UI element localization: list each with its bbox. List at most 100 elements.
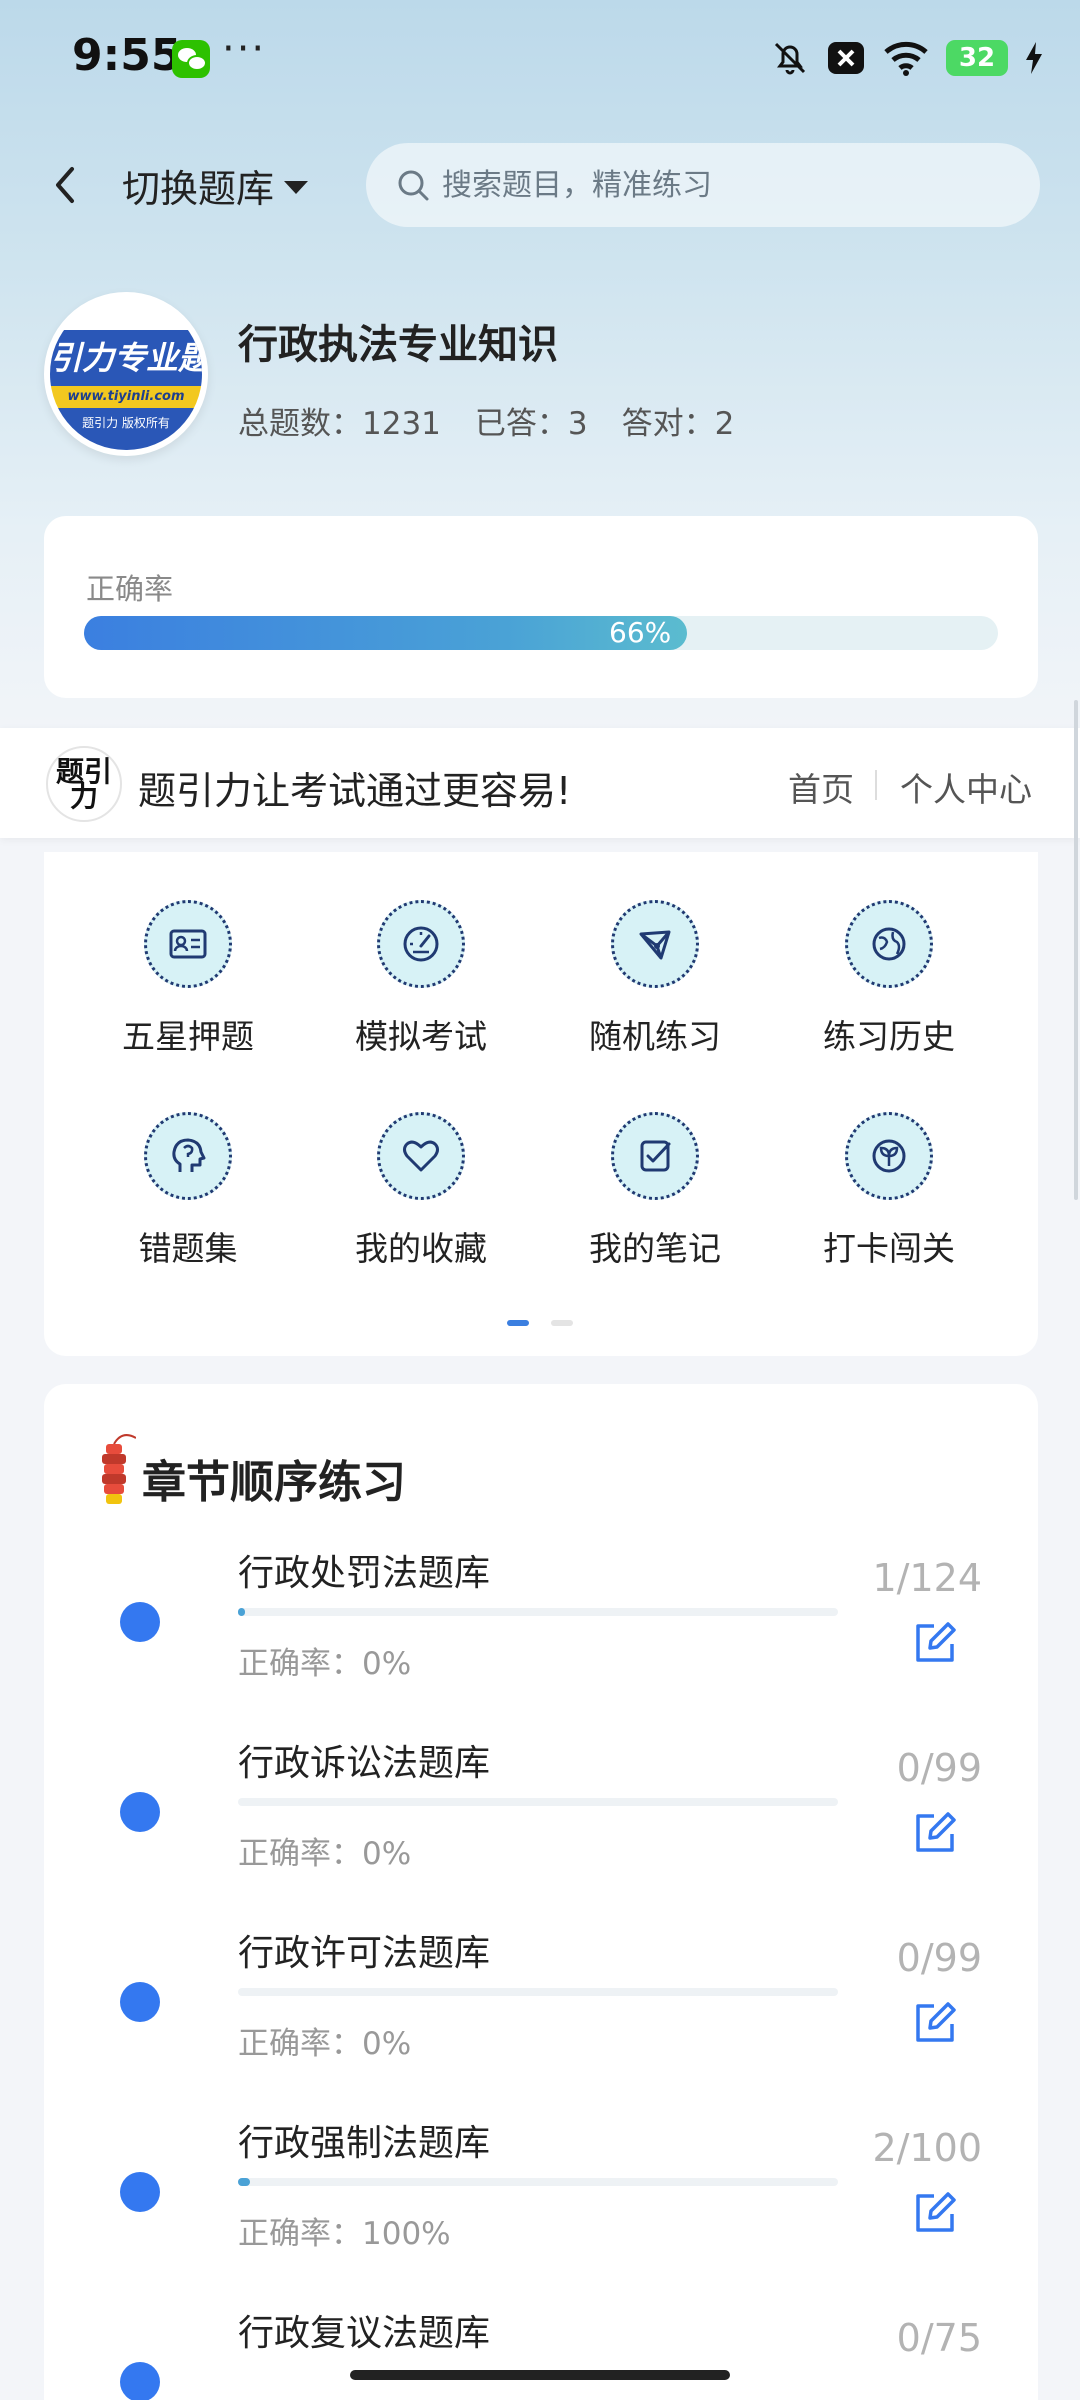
- chapter-accuracy: 正确率：0%: [238, 2026, 412, 2062]
- chapter-name: 行政许可法题库: [238, 1933, 491, 1974]
- grid-item-favorites[interactable]: 我的收藏: [321, 1112, 521, 1270]
- grid-item-label: 随机练习: [589, 1017, 721, 1056]
- grid-item-label: 模拟考试: [355, 1017, 487, 1056]
- chapter-accuracy: 正确率：100%: [238, 2216, 451, 2252]
- search-box[interactable]: [366, 143, 1040, 227]
- bank-title: 行政执法专业知识: [238, 322, 558, 368]
- bank-logo-url: www.tiyinli.com: [50, 386, 202, 408]
- home-indicator[interactable]: [350, 2370, 730, 2380]
- answered-count: 已答：3: [474, 406, 588, 442]
- chapter-row[interactable]: 行政处罚法题库 正确率：0% 1/124: [44, 1544, 1038, 1734]
- accuracy-progress-track: 66%: [84, 616, 998, 650]
- firecracker-icon: [102, 1434, 136, 1504]
- chapter-name: 行政处罚法题库: [238, 1553, 491, 1594]
- grid-item-label: 五星押题: [122, 1017, 254, 1056]
- wifi-icon: [884, 41, 928, 76]
- scrollbar[interactable]: [1074, 700, 1078, 1200]
- chapter-progress-track: [238, 2178, 838, 2186]
- chapter-title: 章节顺序练习: [142, 1457, 406, 1508]
- page-indicator: [507, 1320, 573, 1326]
- edit-icon[interactable]: [912, 2000, 958, 2046]
- status-icons: 32: [770, 36, 1044, 80]
- grid-item-random-practice[interactable]: 随机练习: [555, 900, 755, 1058]
- globe-icon: [845, 900, 933, 988]
- chapter-accuracy: 正确率：0%: [238, 1836, 412, 1872]
- network-icon: [611, 900, 699, 988]
- id-card-icon: [144, 900, 232, 988]
- page-dot-active: [507, 1320, 529, 1326]
- accuracy-percent: 66%: [609, 616, 672, 649]
- chapter-progress-track: [238, 1798, 838, 1806]
- promo-slogan: 题引力让考试通过更容易!: [138, 769, 572, 813]
- bank-logo: 引力专业题 www.tiyinli.com 题引力 版权所有: [44, 292, 208, 456]
- back-button[interactable]: [40, 155, 90, 215]
- correct-count: 答对：2: [621, 406, 735, 442]
- chapter-dot: [120, 1602, 160, 1642]
- home-link[interactable]: 首页: [788, 763, 854, 811]
- chapter-progress-track: [238, 1988, 838, 1996]
- chapter-count: 1/124: [872, 1556, 982, 1600]
- page-dot: [551, 1320, 573, 1326]
- chapter-progress-fill: [238, 2178, 250, 2186]
- status-bar: 9:55 ··· 32: [0, 0, 1080, 118]
- chapter-progress-track: [238, 1608, 838, 1616]
- wechat-icon: [172, 40, 210, 78]
- grid-item-mock-exam[interactable]: 模拟考试: [321, 900, 521, 1058]
- chapter-progress-fill: [238, 1608, 246, 1616]
- close-box-icon: [828, 42, 864, 74]
- personal-center-link[interactable]: 个人中心: [900, 763, 1032, 811]
- chapter-row[interactable]: 行政强制法题库 正确率：100% 2/100: [44, 2114, 1038, 2304]
- head-icon: [144, 1112, 232, 1200]
- charging-icon: [1026, 42, 1042, 74]
- search-icon: [398, 170, 429, 201]
- accuracy-label: 正确率: [86, 572, 174, 606]
- chapter-count: 0/99: [896, 1936, 982, 1980]
- chapter-name: 行政复议法题库: [238, 2313, 491, 2354]
- total-count: 总题数：1231: [238, 406, 441, 442]
- more-dots-icon: ···: [222, 26, 267, 72]
- chapter-name: 行政诉讼法题库: [238, 1743, 491, 1784]
- grid-item-label: 练习历史: [823, 1017, 955, 1056]
- grid-item-check-in[interactable]: 打卡闯关: [789, 1112, 989, 1270]
- chapter-row[interactable]: 行政诉讼法题库 正确率：0% 0/99: [44, 1734, 1038, 1924]
- grid-item-label: 错题集: [138, 1229, 238, 1268]
- chapter-dot: [120, 2362, 160, 2400]
- caret-down-icon: [284, 181, 309, 194]
- bell-muted-icon: [774, 42, 806, 75]
- chapter-row[interactable]: 行政许可法题库 正确率：0% 0/99: [44, 1924, 1038, 2114]
- chapter-dot: [120, 1982, 160, 2022]
- switch-bank-dropdown[interactable]: 切换题库: [122, 158, 309, 213]
- bank-logo-text: 引力专业题: [50, 330, 202, 386]
- accuracy-progress-fill: 66%: [84, 616, 688, 650]
- note-check-icon: [611, 1112, 699, 1200]
- battery-indicator: 32: [946, 40, 1008, 76]
- status-time: 9:55: [72, 30, 182, 81]
- chapter-count: 2/100: [872, 2126, 982, 2170]
- chapter-name: 行政强制法题库: [238, 2123, 491, 2164]
- chapter-count: 0/99: [896, 1746, 982, 1790]
- grid-item-label: 我的收藏: [355, 1229, 487, 1268]
- bank-stats: 总题数：1231 已答：3 答对：2: [238, 398, 734, 443]
- promo-bar: 题引力 题引力让考试通过更容易! 首页 个人中心: [0, 728, 1080, 838]
- edit-icon[interactable]: [912, 1810, 958, 1856]
- grid-item-wrong-questions[interactable]: 错题集: [88, 1112, 288, 1270]
- gauge-icon: [377, 900, 465, 988]
- divider: [875, 770, 877, 800]
- edit-icon[interactable]: [912, 1620, 958, 1666]
- bank-logo-copyright: 题引力 版权所有: [50, 408, 202, 450]
- chapter-count: 0/75: [896, 2316, 982, 2360]
- switch-bank-label: 切换题库: [122, 167, 275, 211]
- chapter-dot: [120, 1792, 160, 1832]
- chapter-row[interactable]: 行政复议法题库 0/75: [44, 2304, 1038, 2400]
- chapter-accuracy: 正确率：0%: [238, 1646, 412, 1682]
- grid-item-label: 打卡闯关: [823, 1229, 955, 1268]
- grid-item-history[interactable]: 练习历史: [789, 900, 989, 1058]
- grid-item-notes[interactable]: 我的笔记: [555, 1112, 755, 1270]
- feature-grid-card: 五星押题 模拟考试 随机练习 练习历史 错题集 我的收藏 我的笔记 打卡闯关: [44, 852, 1038, 1356]
- search-input[interactable]: [442, 167, 1002, 203]
- sprout-icon: [845, 1112, 933, 1200]
- edit-icon[interactable]: [912, 2190, 958, 2236]
- chapter-practice-card: 章节顺序练习 行政处罚法题库 正确率：0% 1/124 行政诉讼法题库 正确率：…: [44, 1384, 1038, 2400]
- grid-item-five-star[interactable]: 五星押题: [88, 900, 288, 1058]
- chapter-dot: [120, 2172, 160, 2212]
